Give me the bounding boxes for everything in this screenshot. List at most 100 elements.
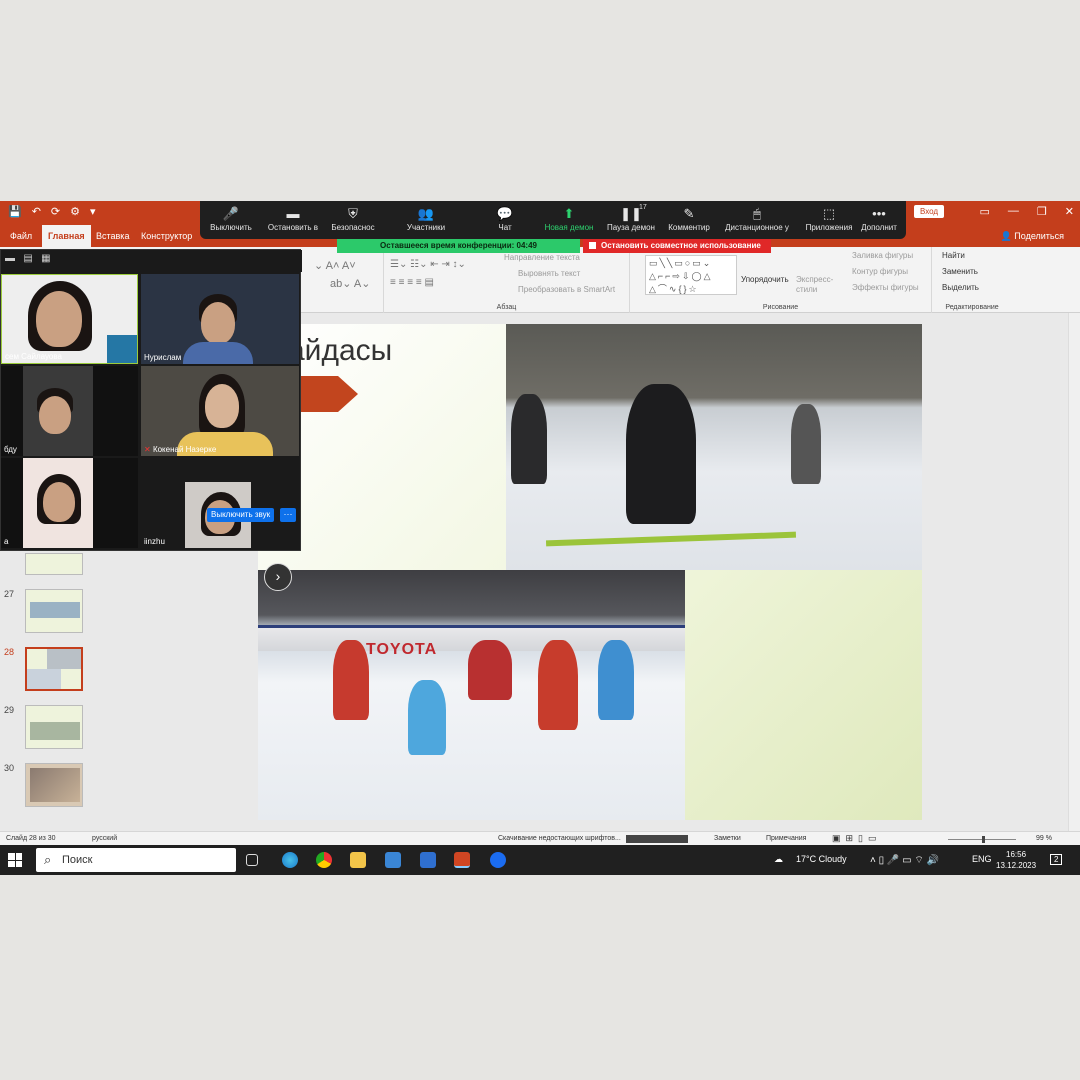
new-share-label: Новая демон <box>544 223 594 232</box>
windows-taskbar: Поиск ☁ 17°C Cloudy ˄ ▯ 🎤 ▭ ⌔ 🔊 ENG 16:5… <box>0 845 1080 875</box>
participants-button[interactable]: 👥 Участники <box>383 203 469 232</box>
hockey-player <box>468 640 512 700</box>
arrange-button[interactable]: Упорядочить <box>741 275 789 284</box>
skier-figure <box>626 384 696 524</box>
powerpoint-icon[interactable] <box>454 852 470 868</box>
slide-counter: Слайд 28 из 30 <box>6 835 56 842</box>
align-buttons[interactable]: ≡ ≡ ≡ ≡ ▤ <box>390 277 434 288</box>
participant-name: Нурислам <box>144 353 182 362</box>
vertical-scrollbar[interactable] <box>1068 313 1080 831</box>
editing-group: Найти Заменить Выделить Редактирование <box>932 247 1012 313</box>
weather-icon[interactable]: ☁ <box>774 854 783 865</box>
zoom-app-icon[interactable] <box>490 852 506 868</box>
slide-thumbnail[interactable] <box>25 553 83 575</box>
quick-access-toolbar: 💾 ↶ ⟳ ⚙ ▾ <box>8 205 96 218</box>
participant-name: iinzhu <box>144 537 165 546</box>
video-tile[interactable]: а <box>1 458 138 548</box>
comments-button[interactable]: Примечания <box>766 835 806 842</box>
save-icon[interactable]: 💾 <box>8 205 22 218</box>
stop-share-button[interactable]: Остановить совместное использование <box>583 239 771 253</box>
edge-icon[interactable] <box>282 852 298 868</box>
share-button[interactable]: 👤 Поделиться <box>1001 231 1064 242</box>
text-direction-button[interactable]: Направление текста <box>504 253 580 262</box>
video-tile[interactable]: iinzhu <box>141 458 299 548</box>
window-controls: ▭ — ❐ ✕ <box>980 205 1075 218</box>
select-button[interactable]: Выделить <box>942 283 979 292</box>
participant-more-button[interactable]: ··· <box>280 508 296 522</box>
participants-label: Участники <box>406 223 446 232</box>
shape-effects-button[interactable]: Эффекты фигуры <box>852 283 919 292</box>
shapes-gallery[interactable]: ▭╲╲▭○▭⌄ △⌐⌐⇨⇩◯△ △⌒∿{}☆ <box>645 255 737 295</box>
file-explorer-icon[interactable] <box>350 852 366 868</box>
font-size-controls[interactable]: ⌄ A˄ A˅ <box>314 259 356 272</box>
replace-button[interactable]: Заменить <box>942 267 978 276</box>
close-button[interactable]: ✕ <box>1065 205 1074 218</box>
gallery-layout-controls[interactable]: ▬ ▤ ▦ <box>1 250 302 272</box>
mute-label: Выключить <box>210 223 252 232</box>
participant-name: а <box>4 537 9 546</box>
video-tile[interactable]: ✕ Кокенай Назерке <box>141 366 299 456</box>
cross-country-ski-photo[interactable] <box>506 324 922 570</box>
language-indicator[interactable]: русский <box>92 835 117 842</box>
slide-thumbnail-28[interactable] <box>25 647 83 691</box>
notes-button[interactable]: Заметки <box>714 835 741 842</box>
quick-styles-button[interactable]: Экспресс-стили <box>796 275 833 295</box>
hockey-player <box>598 640 634 720</box>
windows-start-icon[interactable] <box>8 853 22 867</box>
slide-canvas[interactable]: айдасы TOYOTA <box>258 324 922 820</box>
chrome-icon[interactable] <box>316 852 332 868</box>
tray-icons[interactable]: ˄ ▯ 🎤 ▭ ⌔ 🔊 <box>870 854 939 867</box>
align-text-button[interactable]: Выровнять текст <box>518 269 580 278</box>
ice-hockey-photo[interactable]: TOYOTA <box>258 570 685 820</box>
undo-icon[interactable]: ↶ <box>32 205 41 218</box>
store-icon[interactable] <box>385 852 401 868</box>
notifications-button[interactable]: 2 <box>1050 854 1063 865</box>
paragraph-group-label: Абзац <box>496 304 517 311</box>
mute-participant-button[interactable]: Выключить звук <box>207 508 275 522</box>
task-view-icon[interactable] <box>246 854 258 866</box>
more-label: Дополнит <box>861 223 897 232</box>
hockey-player <box>333 640 369 720</box>
more-button[interactable]: ••• Дополнит <box>836 203 922 232</box>
zoom-level[interactable]: 99 % <box>1036 835 1052 842</box>
participant-name: сем Сайлауова <box>5 352 62 361</box>
next-page-button[interactable]: › <box>264 563 292 591</box>
video-tile[interactable]: Нурислам <box>141 274 299 364</box>
clock-date: 13.12.2023 <box>996 861 1037 870</box>
video-tile[interactable]: бду <box>1 366 138 456</box>
font-color-controls[interactable]: ab⌄ A⌄ <box>330 277 370 290</box>
tab-file[interactable]: Файл <box>10 231 32 241</box>
list-buttons[interactable]: ☰⌄ ☷⌄ ⇤ ⇥ ↕⌄ <box>390 259 466 270</box>
slide-number: 29 <box>4 705 15 715</box>
customize-icon[interactable]: ⚙ <box>70 205 80 218</box>
shape-fill-button[interactable]: Заливка фигуры <box>852 251 913 260</box>
restore-layout-icon[interactable]: ▭ <box>980 205 990 218</box>
qat-dropdown-icon[interactable]: ▾ <box>90 205 96 218</box>
tab-design[interactable]: Конструктор <box>141 231 192 241</box>
zoom-slider[interactable] <box>948 836 1016 843</box>
system-clock[interactable]: 16:56 13.12.2023 <box>996 849 1036 871</box>
minimize-button[interactable]: — <box>1008 205 1019 218</box>
mail-icon[interactable] <box>420 852 436 868</box>
rink-banner: TOYOTA <box>366 641 438 658</box>
tab-home[interactable]: Главная <box>42 225 91 247</box>
convert-smartart-button[interactable]: Преобразовать в SmartArt <box>518 285 615 294</box>
input-language[interactable]: ENG <box>972 854 992 864</box>
slide-thumbnail-27[interactable] <box>25 589 83 633</box>
maximize-button[interactable]: ❐ <box>1037 205 1047 218</box>
shape-outline-button[interactable]: Контур фигуры <box>852 267 908 276</box>
video-tile[interactable]: сем Сайлауова <box>1 274 138 364</box>
redo-icon[interactable]: ⟳ <box>51 205 60 218</box>
tab-insert[interactable]: Вставка <box>96 231 129 241</box>
find-button[interactable]: Найти <box>942 251 965 260</box>
slide-thumbnail-29[interactable] <box>25 705 83 749</box>
weather-widget[interactable]: 17°C Cloudy <box>796 854 847 864</box>
slide-number: 27 <box>4 589 15 599</box>
participant-name: бду <box>4 445 17 454</box>
share-label: Поделиться <box>1014 231 1064 241</box>
zoom-meeting-toolbar: 17 🎤 Выключить ▬ Остановить в ⛨ Безопаснос 👥 Уч… <box>200 201 906 239</box>
slide-thumbnail-30[interactable] <box>25 763 83 807</box>
slide-title[interactable]: айдасы <box>288 334 392 368</box>
view-buttons[interactable]: ▣ ⊞ ▯ ▭ <box>832 833 877 844</box>
taskbar-search[interactable]: Поиск <box>36 848 236 872</box>
